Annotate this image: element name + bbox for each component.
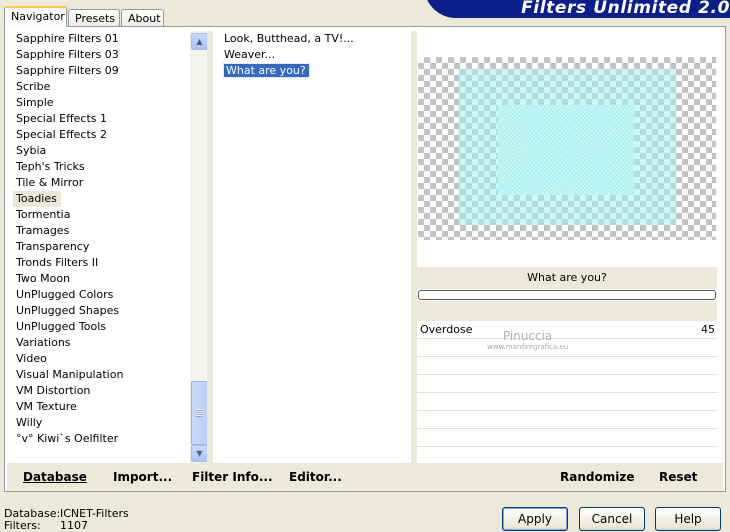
- category-list[interactable]: Sapphire Filters 01 Sapphire Filters 03 Sa…: [13, 31, 189, 461]
- progress-bar: [418, 290, 716, 300]
- watermark-url: www.mardiregrafica.eu: [487, 343, 569, 351]
- scroll-up-button[interactable]: ▲: [191, 33, 208, 50]
- category-item[interactable]: Tronds Filters II: [13, 255, 189, 271]
- reset-button[interactable]: Reset: [659, 470, 697, 484]
- editor-button[interactable]: Editor...: [289, 470, 342, 484]
- filter-toolbar: Database Import... Filter Info... Editor…: [7, 463, 723, 491]
- filter-list[interactable]: Look, Butthead, a TV!... Weaver... What ar…: [221, 31, 411, 79]
- database-label: Database: [23, 470, 87, 484]
- title-banner: Filters Unlimited 2.0: [424, 0, 730, 18]
- category-item[interactable]: Sybia: [13, 143, 189, 159]
- preview-inner-block: [498, 105, 634, 195]
- category-item[interactable]: Special Effects 1: [13, 111, 189, 127]
- slider-empty: [417, 375, 717, 393]
- parameter-sliders: Overdose 45 Pinuccia www.mardiregrafica.…: [417, 321, 717, 465]
- slider-empty: [417, 411, 717, 429]
- tab-presets[interactable]: Presets: [68, 9, 120, 27]
- category-item[interactable]: Video: [13, 351, 189, 367]
- tab-navigator[interactable]: Navigator: [4, 6, 67, 27]
- filter-item[interactable]: Weaver...: [221, 47, 411, 63]
- category-item[interactable]: Visual Manipulation: [13, 367, 189, 383]
- category-item[interactable]: VM Distortion: [13, 383, 189, 399]
- randomize-button[interactable]: Randomize: [560, 470, 634, 484]
- watermark: Pinuccia www.mardiregrafica.eu: [487, 329, 569, 353]
- watermark-name: Pinuccia: [502, 329, 553, 343]
- preview-image: [418, 57, 716, 240]
- grip-icon: [196, 409, 203, 417]
- category-item[interactable]: Transparency: [13, 239, 189, 255]
- list-divider: [207, 31, 213, 463]
- category-item[interactable]: Sapphire Filters 01: [13, 31, 189, 47]
- slider-empty: [417, 429, 717, 447]
- category-item[interactable]: UnPlugged Shapes: [13, 303, 189, 319]
- category-item[interactable]: Toadies: [13, 191, 61, 207]
- category-item[interactable]: Two Moon: [13, 271, 189, 287]
- slider-value: 45: [701, 323, 715, 336]
- tab-about[interactable]: About: [121, 9, 164, 27]
- banner-title: Filters Unlimited 2.0: [521, 0, 730, 18]
- category-item[interactable]: UnPlugged Tools: [13, 319, 189, 335]
- filter-item-label: Look, Butthead, a TV!...: [224, 32, 354, 45]
- category-item[interactable]: Tramages: [13, 223, 189, 239]
- category-item[interactable]: VM Texture: [13, 399, 189, 415]
- category-item[interactable]: Simple: [13, 95, 189, 111]
- filters-info-label: Filters:: [4, 519, 41, 532]
- scroll-down-button[interactable]: ▼: [191, 445, 208, 462]
- scroll-thumb[interactable]: [191, 381, 208, 445]
- category-item[interactable]: Sapphire Filters 09: [13, 63, 189, 79]
- filters-info: Filters: 1107: [4, 519, 88, 532]
- chevron-down-icon: ▼: [196, 449, 203, 458]
- import-button[interactable]: Import...: [113, 470, 172, 484]
- reset-label: Reset: [659, 470, 698, 484]
- help-button[interactable]: Help: [655, 507, 721, 531]
- category-item[interactable]: Tormentia: [13, 207, 189, 223]
- editor-label: Editor...: [289, 470, 342, 484]
- database-button[interactable]: Database: [23, 470, 87, 484]
- randomize-label: Randomize: [560, 470, 635, 484]
- main-panel: Sapphire Filters 01 Sapphire Filters 03 Sa…: [4, 26, 726, 492]
- filter-item[interactable]: What are you?: [221, 63, 411, 79]
- slider-empty: [417, 393, 717, 411]
- category-scrollbar[interactable]: ▲ ▼: [190, 31, 208, 463]
- filter-item-label: What are you?: [223, 63, 310, 78]
- category-item[interactable]: Tile & Mirror: [13, 175, 189, 191]
- filters-info-value: 1107: [60, 519, 88, 532]
- apply-button[interactable]: Apply: [502, 507, 568, 531]
- category-item[interactable]: Special Effects 2: [13, 127, 189, 143]
- category-item[interactable]: Variations: [13, 335, 189, 351]
- filter-item-label: Weaver...: [224, 48, 276, 61]
- parameter-header-area: [417, 301, 717, 321]
- chevron-up-icon: ▲: [196, 37, 203, 46]
- preview-filter-name: What are you?: [417, 267, 717, 289]
- category-item[interactable]: UnPlugged Colors: [13, 287, 189, 303]
- category-item[interactable]: Teph's Tricks: [13, 159, 189, 175]
- cancel-button[interactable]: Cancel: [579, 507, 645, 531]
- category-item[interactable]: °v° Kiwi`s Oelfilter: [13, 431, 189, 447]
- filter-info-button[interactable]: Filter Info...: [192, 470, 273, 484]
- category-item[interactable]: Willy: [13, 415, 189, 431]
- slider-empty: [417, 357, 717, 375]
- category-item[interactable]: Sapphire Filters 03: [13, 47, 189, 63]
- filter-info-label: Filter Info...: [192, 470, 273, 484]
- slider-label: Overdose: [420, 323, 473, 336]
- filter-item[interactable]: Look, Butthead, a TV!...: [221, 31, 411, 47]
- category-item[interactable]: Scribe: [13, 79, 189, 95]
- import-label: Import...: [113, 470, 173, 484]
